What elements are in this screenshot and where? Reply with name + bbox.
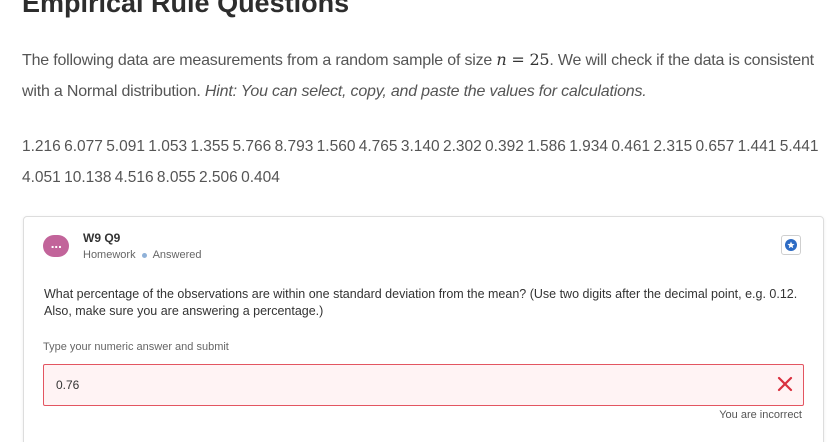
feedback-message: You are incorrect: [719, 409, 802, 421]
question-title: W9 Q9: [83, 231, 121, 245]
question-text: What percentage of the observations are …: [44, 287, 798, 318]
question-meta: Homework Answered: [83, 249, 202, 261]
question-card: ... W9 Q9 Homework Answered What percent…: [23, 216, 824, 442]
data-values[interactable]: 1.216 6.077 5.091 1.053 1.355 5.766 8.79…: [22, 131, 822, 193]
close-x-icon: [777, 376, 793, 392]
star-icon: [785, 239, 797, 251]
intro-paragraph: The following data are measurements from…: [22, 44, 822, 107]
question-status: Answered: [152, 249, 202, 261]
question-type: Homework: [83, 249, 136, 261]
math-equals: =: [506, 50, 530, 69]
meta-separator-dot: [141, 252, 147, 258]
intro-text: The following data are measurements from…: [22, 52, 497, 69]
page-title: Empirical Rule Questions: [22, 0, 350, 18]
answer-label: Type your numeric answer and submit: [43, 341, 229, 353]
math-variable: n: [496, 50, 507, 69]
math-number: 25: [529, 50, 550, 69]
hint-text: Hint: You can select, copy, and paste th…: [204, 83, 647, 100]
chat-bubble-icon: ...: [43, 235, 69, 257]
avatar-dots: ...: [50, 237, 62, 251]
bookmark-button[interactable]: [781, 235, 801, 255]
answer-input[interactable]: 0.76: [43, 364, 804, 406]
